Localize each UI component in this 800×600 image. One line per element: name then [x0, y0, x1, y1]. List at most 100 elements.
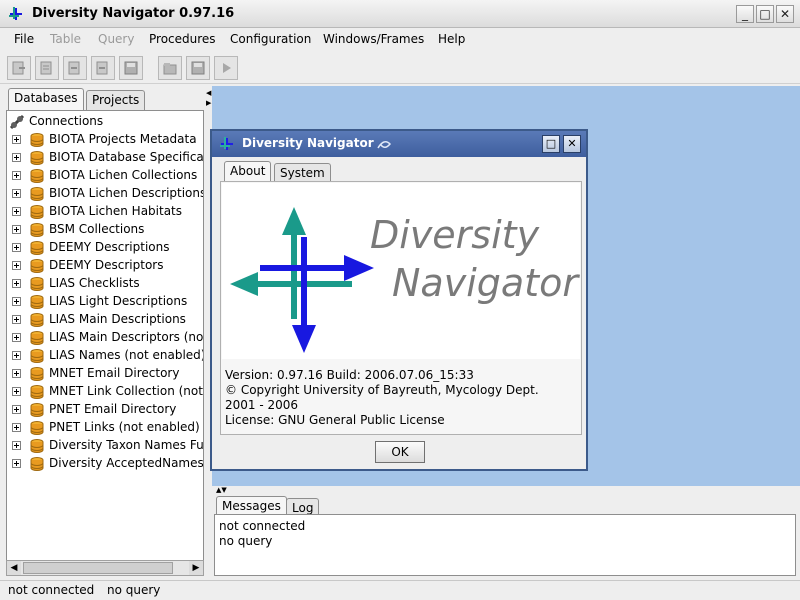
database-icon — [30, 385, 44, 399]
tree-item[interactable]: PNET Links (not enabled) — [7, 419, 203, 437]
tree-item[interactable]: BIOTA Lichen Habitats — [7, 203, 203, 221]
table-button[interactable] — [35, 56, 59, 80]
table-icon — [40, 61, 52, 75]
tree-item[interactable]: MNET Email Directory — [7, 365, 203, 383]
expand-icon[interactable] — [12, 135, 21, 144]
dialog-maximize-button[interactable]: □ — [542, 135, 560, 153]
tree-item[interactable]: BIOTA Database Specification — [7, 149, 203, 167]
scroll-left-icon[interactable]: ◀ — [7, 561, 21, 575]
tree-item[interactable]: DEEMY Descriptions — [7, 239, 203, 257]
bottom-split-arrows[interactable]: ▲▼ — [216, 486, 227, 494]
dialog-close-button[interactable]: ✕ — [563, 135, 581, 153]
expand-icon[interactable] — [12, 243, 21, 252]
expand-icon[interactable] — [12, 171, 21, 180]
menu-table[interactable]: Table — [50, 32, 81, 46]
tree-item[interactable]: BIOTA Projects Metadata — [7, 131, 203, 149]
scroll-right-icon[interactable]: ▶ — [189, 561, 203, 575]
connections-tree: Connections BIOTA Projects Metadata BIOTA… — [6, 110, 204, 574]
tree-item-label: BIOTA Lichen Habitats — [49, 204, 183, 218]
close-button[interactable]: ✕ — [776, 5, 794, 23]
expand-icon[interactable] — [12, 441, 21, 450]
tree-item[interactable]: BIOTA Lichen Collections — [7, 167, 203, 185]
connections-icon — [9, 114, 25, 130]
messages-panel: Messages Log not connected no query — [212, 496, 800, 580]
expand-icon[interactable] — [12, 153, 21, 162]
tree-item[interactable]: MNET Link Collection (not enabled) — [7, 383, 203, 401]
expand-icon[interactable] — [12, 261, 21, 270]
tab-about[interactable]: About — [224, 161, 272, 183]
maximize-button[interactable]: □ — [756, 5, 774, 23]
database-icon — [30, 259, 44, 273]
menu-windows-frames[interactable]: Windows/Frames — [323, 32, 424, 46]
expand-icon[interactable] — [12, 315, 21, 324]
expand-icon[interactable] — [12, 207, 21, 216]
status-connection: not connected — [8, 583, 95, 597]
copyright-info: © Copyright University of Bayreuth, Myco… — [225, 383, 539, 397]
tree-item-label: LIAS Light Descriptions — [49, 294, 188, 308]
ok-button[interactable]: OK — [375, 441, 425, 463]
tree-item[interactable]: LIAS Main Descriptors (not enabled) — [7, 329, 203, 347]
database-icon — [30, 277, 44, 291]
expand-icon[interactable] — [12, 423, 21, 432]
tree-item[interactable]: DEEMY Descriptors — [7, 257, 203, 275]
expand-icon[interactable] — [12, 351, 21, 360]
database-icon — [30, 367, 44, 381]
menu-procedures[interactable]: Procedures — [149, 32, 216, 46]
expand-icon[interactable] — [12, 387, 21, 396]
tree-item[interactable]: BSM Collections — [7, 221, 203, 239]
expand-icon[interactable] — [12, 189, 21, 198]
save-button[interactable] — [119, 56, 143, 80]
tree-item-label: Diversity Taxon Names Full — [49, 438, 203, 452]
expand-icon[interactable] — [12, 405, 21, 414]
tree-item-label: Diversity AcceptedNames — [49, 456, 203, 470]
floppy-icon — [124, 61, 138, 75]
navigator-logo-icon — [230, 207, 374, 353]
connect-button[interactable] — [7, 56, 31, 80]
tree-horizontal-scrollbar[interactable]: ◀ ▶ — [6, 560, 204, 576]
menu-help[interactable]: Help — [438, 32, 465, 46]
database-icon — [30, 457, 44, 471]
tree-item[interactable]: BIOTA Lichen Descriptions — [7, 185, 203, 203]
menu-configuration[interactable]: Configuration — [230, 32, 311, 46]
expand-icon[interactable] — [12, 297, 21, 306]
scroll-thumb[interactable] — [23, 562, 173, 574]
tree-item[interactable]: LIAS Light Descriptions — [7, 293, 203, 311]
status-query: no query — [107, 583, 161, 597]
menu-query[interactable]: Query — [98, 32, 134, 46]
expand-icon[interactable] — [12, 225, 21, 234]
logo-text-diversity: Diversity — [370, 213, 540, 257]
back-button[interactable] — [63, 56, 87, 80]
tab-system[interactable]: System — [274, 163, 331, 183]
forward-button[interactable] — [91, 56, 115, 80]
left-panel: Databases Projects Connections BIOTA Pro… — [4, 88, 204, 580]
tree-item[interactable]: LIAS Names (not enabled) — [7, 347, 203, 365]
tree-root-connections[interactable]: Connections — [7, 113, 203, 131]
database-icon — [30, 223, 44, 237]
tree-item[interactable]: LIAS Checklists — [7, 275, 203, 293]
expand-icon[interactable] — [12, 279, 21, 288]
tree-item[interactable]: LIAS Main Descriptions — [7, 311, 203, 329]
tree-item-label: PNET Email Directory — [49, 402, 177, 416]
tree-item-label: BIOTA Projects Metadata — [49, 132, 197, 146]
expand-icon[interactable] — [12, 333, 21, 342]
open-button[interactable] — [158, 56, 182, 80]
minimize-button[interactable]: _ — [736, 5, 754, 23]
database-icon — [30, 205, 44, 219]
run-button[interactable] — [214, 56, 238, 80]
expand-icon[interactable] — [12, 459, 21, 468]
menu-file[interactable]: File — [14, 32, 34, 46]
tree-item-label: LIAS Main Descriptions — [49, 312, 186, 326]
database-icon — [30, 133, 44, 147]
save-as-button[interactable] — [186, 56, 210, 80]
tree-item-label: BIOTA Lichen Descriptions — [49, 186, 203, 200]
about-dialog-titlebar[interactable]: Diversity Navigator □ ✕ — [212, 131, 586, 157]
tree-item[interactable]: Diversity AcceptedNames — [7, 455, 203, 473]
toolbar — [0, 52, 800, 84]
tree-item[interactable]: PNET Email Directory — [7, 401, 203, 419]
tree-item[interactable]: Diversity Taxon Names Full — [7, 437, 203, 455]
expand-icon[interactable] — [12, 369, 21, 378]
tab-databases[interactable]: Databases — [8, 88, 84, 110]
tree-item-label: DEEMY Descriptions — [49, 240, 170, 254]
tab-projects[interactable]: Projects — [86, 90, 146, 110]
messages-box: not connected no query — [214, 514, 796, 576]
